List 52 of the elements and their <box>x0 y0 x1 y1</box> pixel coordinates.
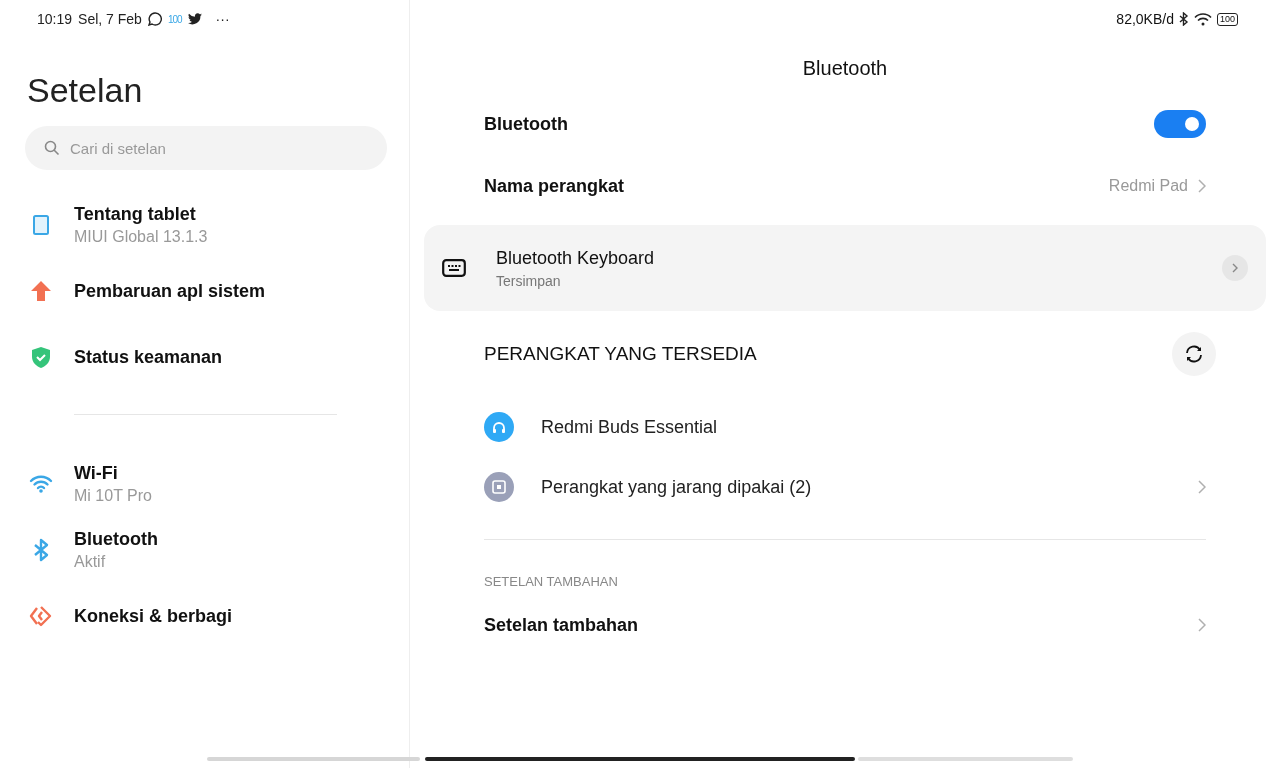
more-indicator: ··· <box>215 11 230 27</box>
saved-device-card[interactable]: Bluetooth Keyboard Tersimpan <box>424 225 1266 311</box>
refresh-button[interactable] <box>1172 332 1216 376</box>
device-name: Bluetooth Keyboard <box>496 247 656 269</box>
bird-icon <box>187 13 202 25</box>
refresh-icon <box>1184 344 1204 364</box>
bluetooth-icon <box>32 538 50 562</box>
device-name: Perangkat yang jarang dipakai (2) <box>541 476 813 498</box>
navigation-handle[interactable] <box>425 757 855 761</box>
search-field[interactable]: Cari di setelan <box>25 126 387 170</box>
share-icon <box>29 605 53 627</box>
page-title: Bluetooth <box>801 56 889 81</box>
setting-label: Bluetooth <box>484 113 568 135</box>
toggle-switch[interactable] <box>1154 110 1206 138</box>
device-name: Redmi Buds Essential <box>541 416 719 438</box>
section-header: PERANGKAT YANG TERSEDIA <box>484 343 757 365</box>
device-status: Tersimpan <box>496 272 562 289</box>
device-list-item[interactable]: Redmi Buds Essential <box>424 397 1266 457</box>
battery-icon: 100 <box>1216 12 1238 26</box>
wifi-icon <box>29 475 53 493</box>
chevron-icon <box>1198 618 1206 632</box>
device-icon <box>484 472 514 502</box>
search-icon <box>44 140 60 156</box>
section-header: SETELAN TAMBAHAN <box>483 573 619 589</box>
device-name-row[interactable]: Nama perangkat Redmi Pad <box>424 155 1266 217</box>
settings-menu-item[interactable]: Tentang tablet MIUI Global 13.1.3 <box>25 192 385 258</box>
setting-label: Nama perangkat <box>484 175 625 197</box>
keyboard-icon <box>442 259 466 277</box>
settings-menu-item[interactable]: Bluetooth Aktif <box>25 517 385 583</box>
chevron-icon <box>1232 263 1238 273</box>
wifi-icon <box>1193 12 1212 26</box>
notification-count: 100 <box>167 13 182 25</box>
network-speed: 82,0KB/d <box>1116 11 1174 27</box>
setting-label: Setelan tambahan <box>484 614 639 636</box>
settings-row[interactable]: Setelan tambahan <box>424 589 1266 661</box>
clock: 10:19 <box>37 11 73 27</box>
date: Sel, 7 Feb <box>78 11 142 27</box>
settings-title: Setelan <box>27 70 144 111</box>
settings-menu-item[interactable]: Koneksi & berbagi <box>25 583 385 649</box>
shield-icon <box>32 346 50 368</box>
settings-menu-item[interactable]: Pembaruan apl sistem <box>25 258 385 324</box>
headset-icon <box>484 412 514 442</box>
setting-value: Redmi Pad <box>1108 177 1188 195</box>
settings-menu-item[interactable]: Wi-Fi Mi 10T Pro <box>25 451 385 517</box>
bluetooth-icon <box>1178 12 1189 26</box>
chat-icon <box>147 12 162 26</box>
chevron-icon <box>1198 179 1206 193</box>
chevron-icon <box>1198 480 1206 494</box>
tablet-icon <box>33 215 49 235</box>
up-arrow-icon <box>31 281 51 301</box>
device-list-item[interactable]: Perangkat yang jarang dipakai (2) <box>424 457 1266 517</box>
settings-menu-item[interactable]: Status keamanan <box>25 324 385 390</box>
